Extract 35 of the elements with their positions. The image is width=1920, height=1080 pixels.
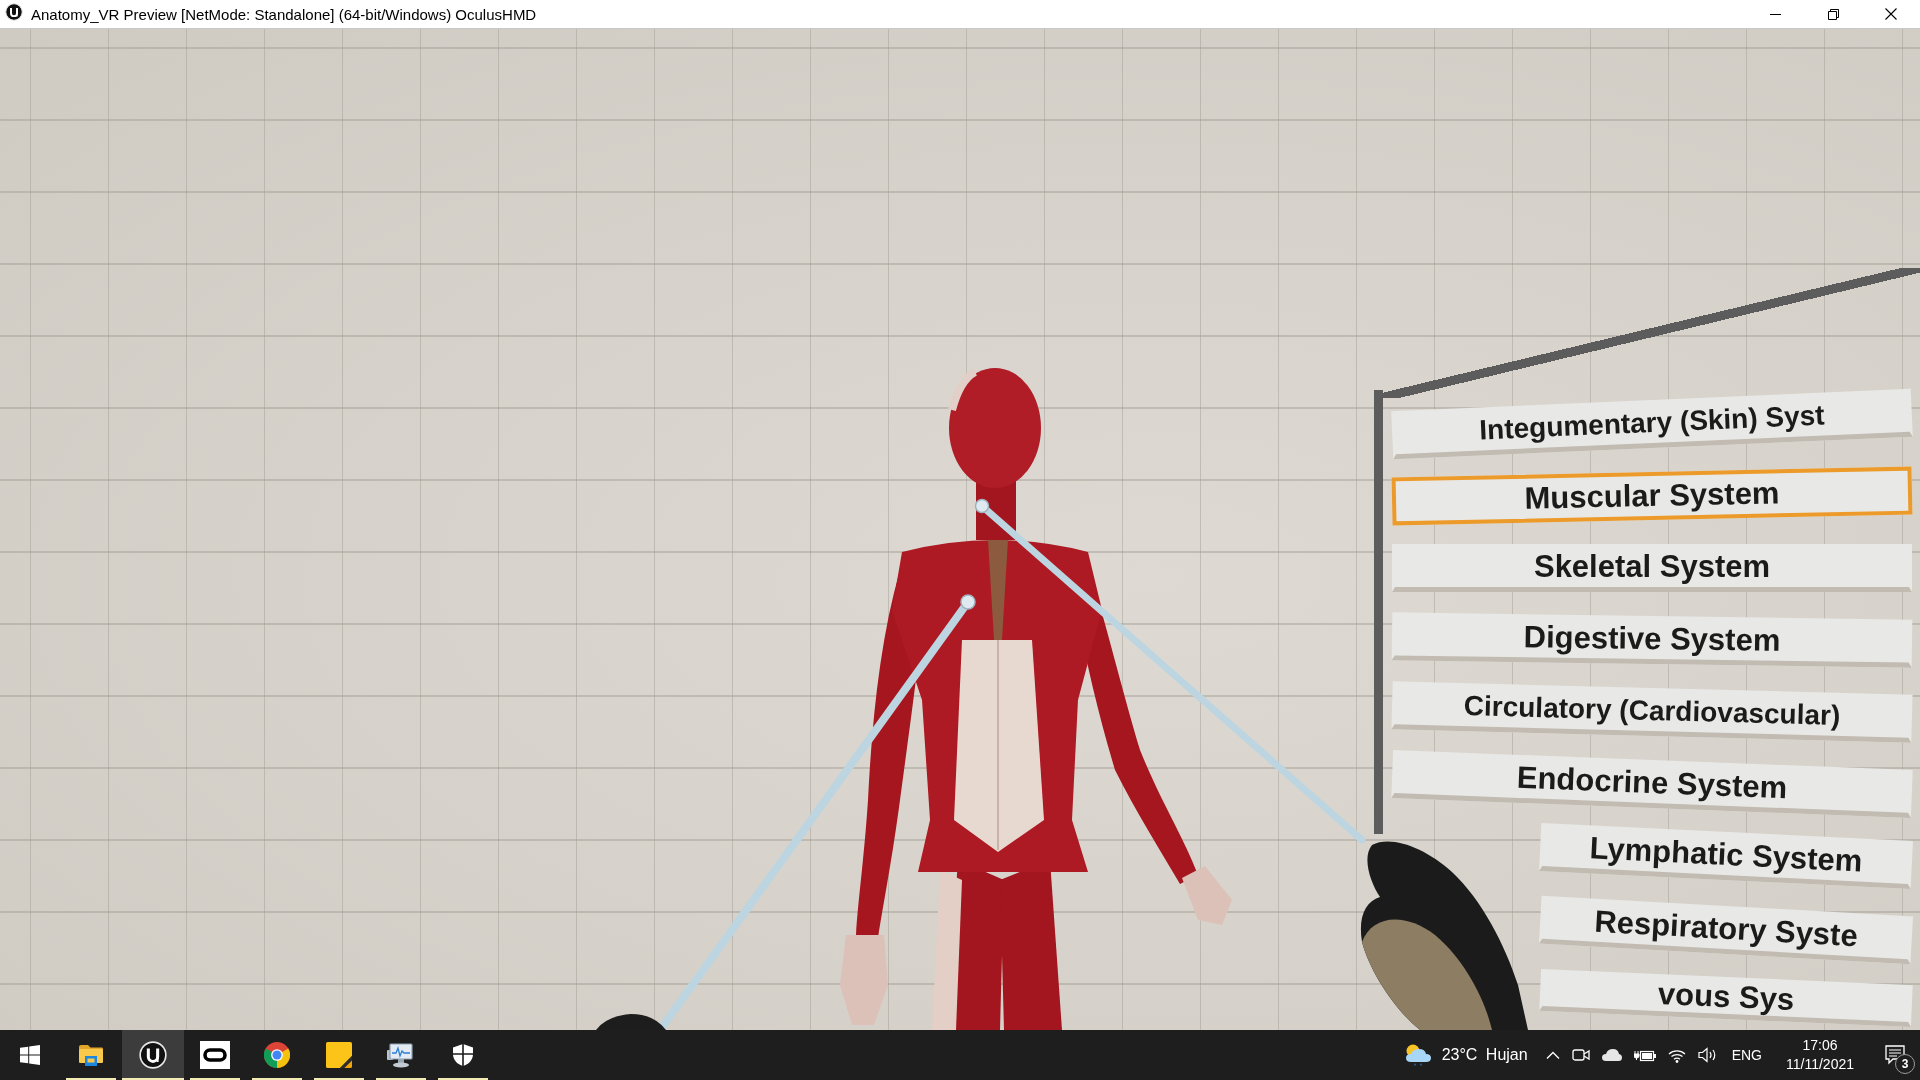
close-icon bbox=[1885, 8, 1897, 20]
notification-button[interactable]: 3 bbox=[1870, 1030, 1920, 1080]
menu-item[interactable]: vous Sys bbox=[1539, 968, 1913, 1028]
restore-icon bbox=[1827, 8, 1839, 20]
language-indicator[interactable]: ENG bbox=[1731, 1047, 1762, 1063]
video-camera-icon[interactable] bbox=[1571, 1047, 1590, 1063]
weather-button[interactable]: 23°C Hujan bbox=[1395, 1030, 1536, 1080]
speaker-icon[interactable] bbox=[1697, 1047, 1718, 1063]
menu-item[interactable]: Lymphatic System bbox=[1539, 822, 1913, 890]
notification-count-badge: 3 bbox=[1895, 1054, 1915, 1074]
wifi-icon[interactable] bbox=[1667, 1047, 1686, 1063]
menu-item[interactable]: Skeletal System bbox=[1392, 544, 1912, 592]
menu-item[interactable]: Integumentary (Skin) Syst bbox=[1391, 388, 1913, 460]
menu-item[interactable]: Digestive System bbox=[1391, 612, 1913, 668]
folder-icon bbox=[78, 1044, 104, 1066]
shield-icon bbox=[452, 1043, 474, 1067]
cloud-icon[interactable] bbox=[1601, 1049, 1622, 1061]
clock-button[interactable]: 17:06 11/11/2021 bbox=[1780, 1036, 1860, 1074]
browser-icon bbox=[264, 1042, 290, 1068]
chevron-up-icon[interactable] bbox=[1545, 1051, 1560, 1059]
monitor-graph-icon bbox=[387, 1042, 415, 1068]
u-circle-logo-icon bbox=[139, 1041, 167, 1069]
window-title: Anatomy_VR Preview [NetMode: Standalone] (64-bit/Windows) OculusHMD bbox=[31, 5, 537, 23]
battery-charging-icon[interactable] bbox=[1633, 1048, 1656, 1062]
menu-item[interactable]: Muscular System bbox=[1391, 466, 1913, 526]
menu-item[interactable]: Endocrine System bbox=[1391, 750, 1913, 818]
menu-item[interactable]: Respiratory Syste bbox=[1538, 895, 1914, 965]
four-panes-icon bbox=[20, 1045, 40, 1065]
u-circle-logo-icon bbox=[5, 3, 23, 21]
capsule-ring-icon bbox=[200, 1041, 230, 1069]
sun-cloud-rain-icon bbox=[1403, 1043, 1432, 1067]
minimize-icon bbox=[1769, 13, 1781, 15]
sticky-note-icon bbox=[326, 1042, 352, 1068]
menu-item[interactable]: Circulatory (Cardiovascular) bbox=[1391, 681, 1913, 743]
taskbar-button[interactable] bbox=[122, 1030, 184, 1080]
